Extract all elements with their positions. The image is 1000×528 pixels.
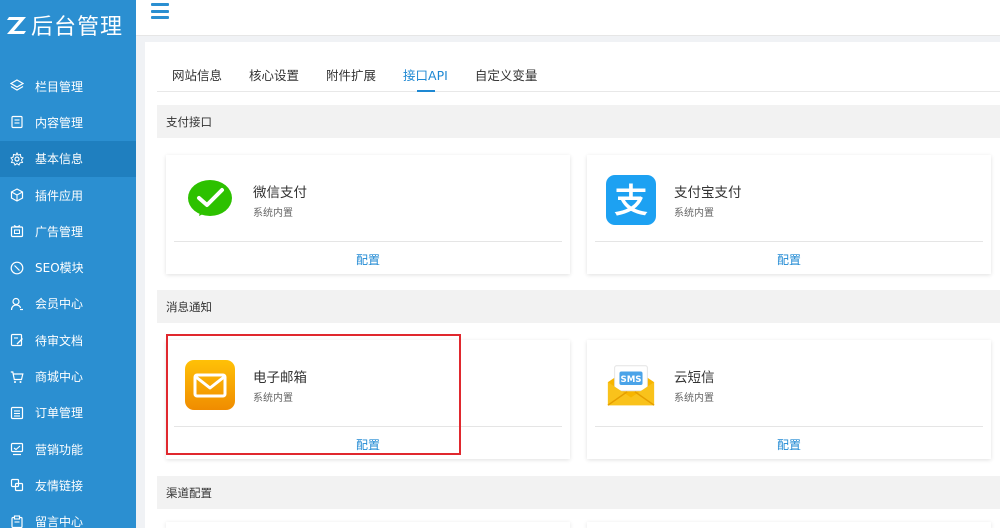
svg-text:支: 支: [615, 181, 648, 220]
card-divider: [595, 241, 983, 242]
sidebar-item-mall[interactable]: 商城中心: [0, 358, 136, 394]
sidebar-item-links[interactable]: 友情链接: [0, 467, 136, 503]
card-divider: [595, 426, 983, 427]
card-title: 微信支付: [253, 185, 307, 201]
sidebar-item-label: 营销功能: [35, 442, 84, 457]
tab-api[interactable]: 接口API: [403, 62, 448, 92]
card-divider: [174, 426, 562, 427]
sidebar-item-label: 基本信息: [35, 152, 84, 167]
wechat-pay-icon: [185, 175, 235, 225]
sidebar-item-label: 友情链接: [35, 478, 84, 493]
sidebar: 后台管理 栏目管理 内容管理 基本信息 插件应用 广告管理 SEO模块 会员中心…: [0, 0, 136, 528]
sidebar-item-label: 插件应用: [35, 188, 84, 203]
card-sms: SMS 云短信 系统内置 配置: [587, 340, 991, 459]
cart-icon: [10, 370, 24, 384]
sidebar-item-content[interactable]: 内容管理: [0, 104, 136, 140]
configure-alipay-link[interactable]: 配置: [587, 251, 991, 268]
sidebar-item-pending-docs[interactable]: 待审文档: [0, 322, 136, 358]
cube-icon: [10, 188, 24, 202]
sidebar-item-label: 栏目管理: [35, 79, 84, 94]
sidebar-item-plugins[interactable]: 插件应用: [0, 177, 136, 213]
sidebar-item-orders[interactable]: 订单管理: [0, 395, 136, 431]
configure-email-link[interactable]: 配置: [166, 436, 570, 453]
sidebar-item-members[interactable]: 会员中心: [0, 286, 136, 322]
configure-sms-link[interactable]: 配置: [587, 436, 991, 453]
card-divider: [174, 241, 562, 242]
seo-icon: [10, 261, 24, 275]
tab-attachments[interactable]: 附件扩展: [326, 62, 376, 92]
card-channel-partial-left: [166, 522, 570, 528]
brand-logo-icon: [7, 17, 26, 34]
sidebar-item-label: 订单管理: [35, 406, 84, 421]
sidebar-item-label: 待审文档: [35, 333, 84, 348]
tab-site-info[interactable]: 网站信息: [172, 62, 222, 92]
sms-envelope-icon: SMS: [606, 360, 656, 410]
settings-tabs: 网站信息 核心设置 附件扩展 接口API 自定义变量: [157, 62, 1000, 92]
sidebar-item-messages[interactable]: 留言中心: [0, 504, 136, 528]
gear-icon: [10, 151, 24, 166]
edit-doc-icon: [10, 333, 24, 347]
card-subtitle: 系统内置: [674, 393, 714, 404]
link-icon: [10, 478, 24, 492]
list-icon: [10, 406, 24, 420]
sidebar-item-label: 会员中心: [35, 297, 84, 312]
card-subtitle: 系统内置: [253, 208, 293, 219]
menu-toggle-icon[interactable]: [151, 3, 169, 19]
tab-custom-vars[interactable]: 自定义变量: [475, 62, 538, 92]
sidebar-item-label: 内容管理: [35, 115, 84, 130]
user-icon: [10, 297, 24, 311]
message-icon: [10, 515, 24, 528]
sidebar-item-columns[interactable]: 栏目管理: [0, 68, 136, 104]
layers-icon: [10, 79, 24, 93]
sidebar-item-ads[interactable]: 广告管理: [0, 213, 136, 249]
sidebar-item-marketing[interactable]: 营销功能: [0, 431, 136, 467]
brand[interactable]: 后台管理: [0, 0, 136, 50]
ad-icon: [10, 224, 24, 238]
card-subtitle: 系统内置: [253, 393, 293, 404]
sms-badge-text: SMS: [620, 375, 641, 385]
marketing-icon: [10, 442, 24, 456]
brand-title: 后台管理: [31, 15, 124, 40]
configure-wechat-pay-link[interactable]: 配置: [166, 251, 570, 268]
sidebar-item-label: 商城中心: [35, 370, 84, 385]
card-email: 电子邮箱 系统内置 配置: [166, 340, 570, 459]
card-alipay: 支 支付宝支付 系统内置 配置: [587, 155, 991, 274]
card-title: 云短信: [674, 370, 715, 386]
alipay-icon: 支: [606, 175, 656, 225]
card-subtitle: 系统内置: [674, 208, 714, 219]
section-channel-header: 渠道配置: [157, 476, 1000, 509]
sidebar-item-basic-info[interactable]: 基本信息: [0, 140, 136, 177]
section-payment-header: 支付接口: [157, 105, 1000, 138]
document-icon: [10, 115, 24, 129]
card-title: 支付宝支付: [674, 185, 742, 201]
card-wechat-pay: 微信支付 系统内置 配置: [166, 155, 570, 274]
top-bar: [136, 0, 1000, 36]
sidebar-item-label: SEO模块: [35, 261, 84, 276]
card-title: 电子邮箱: [253, 370, 307, 386]
section-notification-header: 消息通知: [157, 290, 1000, 323]
tab-core-settings[interactable]: 核心设置: [249, 62, 299, 92]
sidebar-item-label: 广告管理: [35, 224, 84, 239]
sidebar-item-label: 留言中心: [35, 515, 84, 528]
sidebar-menu: 栏目管理 内容管理 基本信息 插件应用 广告管理 SEO模块 会员中心 待审文档…: [0, 68, 136, 528]
email-icon: [185, 360, 235, 410]
sidebar-item-seo[interactable]: SEO模块: [0, 249, 136, 285]
card-channel-partial-right: [587, 522, 991, 528]
